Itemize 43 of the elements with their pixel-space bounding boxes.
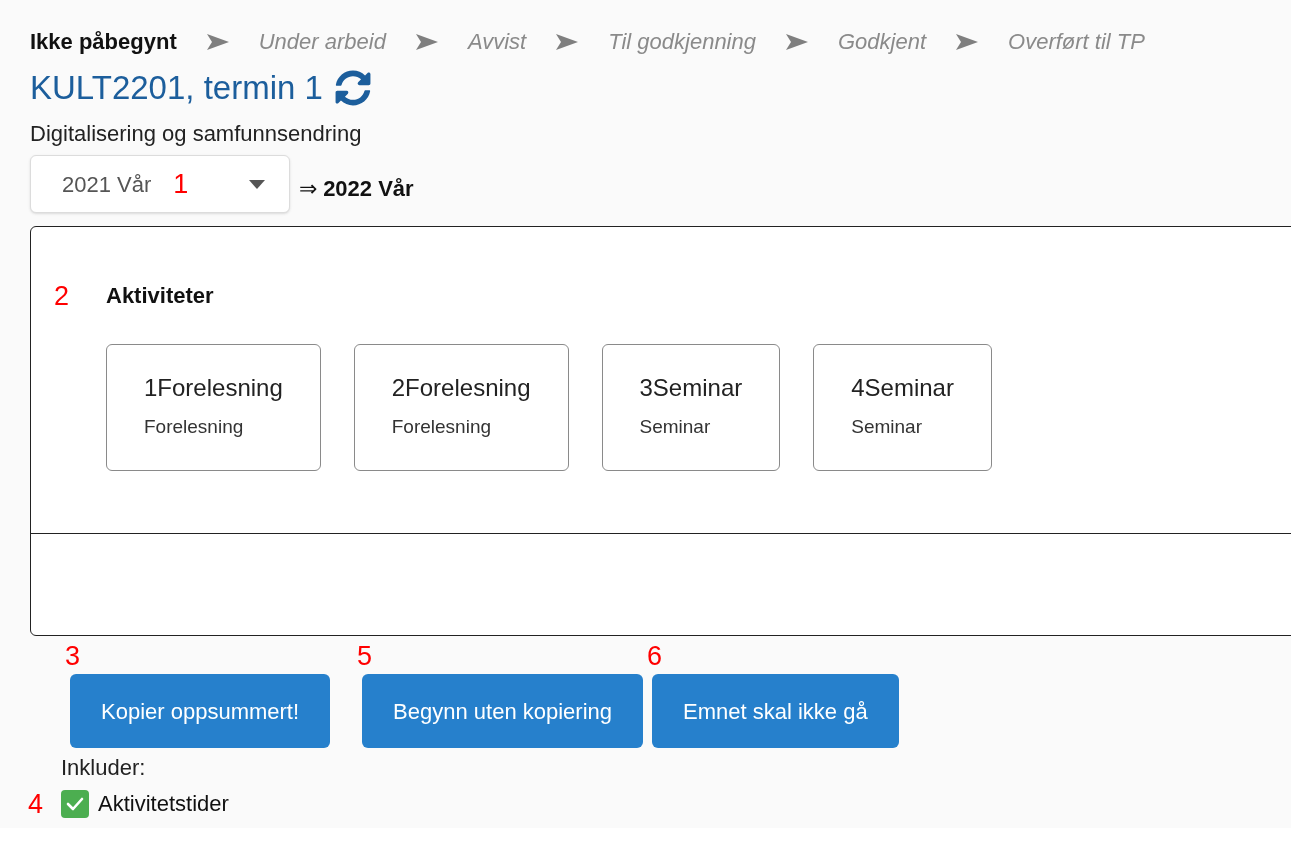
activity-type: Seminar xyxy=(851,415,923,439)
activity-type: Forelesning xyxy=(391,415,493,439)
activity-name: 4Seminar xyxy=(851,374,954,402)
activity-type: Forelesning xyxy=(144,415,245,439)
activity-name: 3Seminar xyxy=(639,374,743,402)
action-button[interactable]: Kopier oppsummert! xyxy=(70,674,331,748)
action-button[interactable]: Begynn uten kopiering xyxy=(362,674,644,748)
arrowhead-icon xyxy=(556,34,579,50)
status-step: Overført til TP xyxy=(1008,28,1145,56)
checkbox[interactable] xyxy=(61,790,89,818)
activity-name: 1Forelesning xyxy=(144,374,283,402)
activity-card[interactable]: 4Seminar Seminar xyxy=(813,344,992,471)
status-step: Godkjent xyxy=(838,28,927,56)
status-step: Under arbeid xyxy=(258,28,386,56)
section-heading: Aktiviteter xyxy=(106,282,214,310)
arrowhead-icon xyxy=(956,34,979,50)
activity-name: 2Forelesning xyxy=(391,374,531,402)
activity-card[interactable]: 2Forelesning Forelesning xyxy=(353,344,569,471)
refresh-icon[interactable] xyxy=(334,70,371,106)
annotation-number: 4 xyxy=(28,790,45,818)
activity-card[interactable]: 1Forelesning Forelesning xyxy=(106,344,321,471)
annotation-number: 5 xyxy=(357,642,373,670)
status-step: Ikke påbegynt xyxy=(30,28,177,56)
activity-type: Seminar xyxy=(639,415,712,439)
select-value: 2021 Vår xyxy=(62,170,152,199)
target-semester: ⇒ 2022 Vår xyxy=(299,175,414,203)
caret-icon xyxy=(249,179,265,189)
include-label: Inkluder: xyxy=(61,755,146,781)
checkbox-label: Aktivitetstider xyxy=(98,790,229,818)
arrowhead-icon xyxy=(206,34,229,50)
status-step: Avvist xyxy=(467,28,527,56)
annotation-number: 2 xyxy=(54,282,71,310)
course-title: KULT2201, termin 1 xyxy=(30,69,323,107)
arrowhead-icon xyxy=(415,34,438,50)
annotation-number: 6 xyxy=(647,642,663,670)
action-button[interactable]: Emnet skal ikke gå xyxy=(652,674,899,748)
course-subtitle: Digitalisering og samfunnsendring xyxy=(30,121,362,147)
status-step: Til godkjenning xyxy=(608,28,756,56)
annotation-number: 3 xyxy=(65,642,81,670)
annotation-number: 1 xyxy=(173,170,189,198)
activity-card[interactable]: 3Seminar Seminar xyxy=(601,344,781,471)
semester-select[interactable]: 2021 Vår 1 xyxy=(30,155,290,213)
arrowhead-icon xyxy=(786,34,808,50)
